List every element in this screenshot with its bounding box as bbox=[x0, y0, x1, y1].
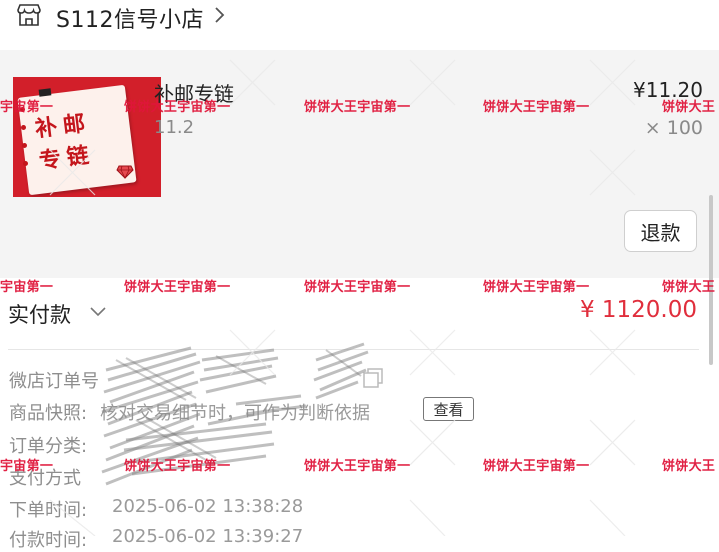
chevron-down-icon[interactable] bbox=[89, 306, 107, 318]
copy-icon[interactable] bbox=[362, 367, 384, 389]
refund-button[interactable]: 退款 bbox=[624, 210, 697, 252]
store-icon bbox=[17, 4, 41, 26]
snapshot-label: 商品快照: bbox=[9, 403, 88, 424]
payment-method-label: 支付方式 bbox=[9, 468, 81, 489]
order-time-label: 下单时间: bbox=[9, 500, 88, 521]
thumbnail-dot bbox=[21, 125, 26, 130]
thumbnail-dot bbox=[23, 161, 28, 166]
product-price: ¥11.20 bbox=[633, 78, 703, 102]
watermark-text: 饼饼大王宇宙第一 bbox=[304, 459, 411, 474]
shop-name[interactable]: S112信号小店 bbox=[56, 2, 204, 34]
product-title[interactable]: 补邮专链 bbox=[154, 78, 234, 107]
thumbnail-tag bbox=[38, 88, 52, 97]
watermark-text: 饼饼大王宇宙第一 bbox=[483, 459, 590, 474]
thumbnail-dot bbox=[22, 143, 27, 148]
product-quantity: × 100 bbox=[644, 117, 703, 139]
watermark-text: 饼饼大王宇宙第一 bbox=[124, 459, 231, 474]
order-number-label: 微店订单号 bbox=[9, 371, 99, 392]
shop-header[interactable]: S112信号小店 bbox=[0, 0, 719, 50]
watermark-text: 饼饼大王 bbox=[662, 459, 716, 474]
paid-amount: ¥ 1120.00 bbox=[579, 297, 697, 323]
divider bbox=[8, 349, 699, 350]
pay-time-value: 2025-06-02 13:39:27 bbox=[112, 526, 304, 547]
paid-label: 实付款 bbox=[8, 303, 71, 327]
snapshot-value: 核对交易细节时，可作为判断依据 bbox=[100, 403, 370, 424]
paid-amount-row[interactable]: 实付款 ¥ 1120.00 bbox=[0, 290, 719, 340]
chevron-right-icon[interactable] bbox=[212, 5, 226, 25]
product-spec: 11.2 bbox=[154, 117, 195, 138]
order-time-value: 2025-06-02 13:38:28 bbox=[112, 496, 304, 517]
product-thumbnail[interactable]: 补邮 专链 bbox=[13, 77, 161, 197]
thumbnail-dot bbox=[20, 107, 25, 112]
view-snapshot-button[interactable]: 查看 bbox=[423, 397, 474, 421]
gem-icon bbox=[116, 165, 134, 179]
order-category-label: 订单分类: bbox=[9, 436, 88, 457]
product-item[interactable]: 补邮 专链 补邮专链 11.2 ¥11.20 × 100 退款 bbox=[0, 50, 719, 278]
pay-time-label: 付款时间: bbox=[9, 530, 88, 551]
